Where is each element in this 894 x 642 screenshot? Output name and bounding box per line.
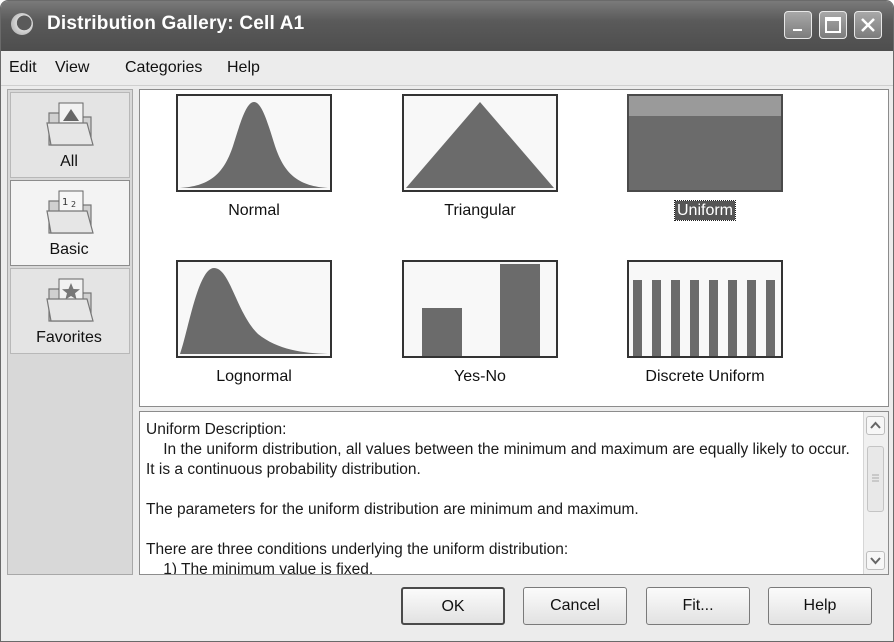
menu-bar: Edit View Categories Help bbox=[1, 51, 893, 86]
distribution-uniform[interactable] bbox=[627, 94, 783, 192]
triangle-icon bbox=[406, 102, 554, 188]
distribution-gallery: Normal Triangular Uniform Lognormal Yes-… bbox=[139, 89, 889, 407]
distribution-label-discrete-uniform: Discrete Uniform bbox=[645, 368, 765, 385]
normal-curve-icon bbox=[180, 102, 328, 188]
distribution-gallery-window: Distribution Gallery: Cell A1 Edit View … bbox=[0, 0, 894, 642]
close-icon bbox=[861, 18, 875, 32]
close-button[interactable] bbox=[854, 11, 882, 39]
category-tab-favorites[interactable]: Favorites bbox=[10, 268, 130, 354]
maximize-button[interactable] bbox=[819, 11, 847, 39]
distribution-label-yes-no: Yes-No bbox=[454, 368, 506, 385]
category-sidebar: All 1 2 Basic Favorites bbox=[7, 89, 133, 575]
menu-categories[interactable]: Categories bbox=[125, 59, 202, 77]
distribution-discrete-uniform[interactable] bbox=[627, 260, 783, 358]
distribution-triangular[interactable] bbox=[402, 94, 558, 192]
title-bar[interactable]: Distribution Gallery: Cell A1 bbox=[1, 1, 893, 51]
description-text: Uniform Description: In the uniform dist… bbox=[146, 420, 860, 575]
folder-all-icon bbox=[46, 102, 94, 146]
menu-edit[interactable]: Edit bbox=[9, 59, 37, 77]
description-heading: Uniform Description: bbox=[146, 421, 287, 438]
minimize-icon bbox=[793, 29, 802, 31]
distribution-label-normal: Normal bbox=[228, 202, 280, 219]
ok-button[interactable]: OK bbox=[401, 587, 505, 625]
svg-text:1: 1 bbox=[62, 197, 68, 208]
selected-label: Uniform bbox=[673, 200, 737, 221]
distribution-lognormal[interactable] bbox=[176, 260, 332, 358]
category-label-all: All bbox=[60, 153, 78, 170]
distribution-label-triangular: Triangular bbox=[444, 202, 516, 219]
category-tab-all[interactable]: All bbox=[10, 92, 130, 178]
help-button[interactable]: Help bbox=[768, 587, 872, 625]
menu-view[interactable]: View bbox=[55, 59, 89, 77]
lognormal-curve-icon bbox=[180, 268, 328, 354]
folder-basic-icon: 1 2 bbox=[46, 190, 94, 234]
app-icon bbox=[11, 13, 33, 35]
svg-text:2: 2 bbox=[71, 200, 76, 209]
minimize-button[interactable] bbox=[784, 11, 812, 39]
window-title: Distribution Gallery: Cell A1 bbox=[47, 13, 305, 34]
maximize-icon bbox=[825, 17, 841, 33]
category-tab-basic[interactable]: 1 2 Basic bbox=[10, 180, 130, 266]
description-panel[interactable]: Uniform Description: In the uniform dist… bbox=[139, 411, 889, 575]
grip-icon bbox=[872, 474, 879, 482]
chevron-down-icon bbox=[870, 557, 881, 565]
scroll-up-button[interactable] bbox=[866, 416, 885, 435]
category-label-basic: Basic bbox=[49, 241, 89, 258]
folder-favorites-icon bbox=[46, 278, 94, 322]
discrete-bars-icon bbox=[633, 280, 775, 356]
menu-help[interactable]: Help bbox=[227, 59, 260, 77]
fit-button[interactable]: Fit... bbox=[646, 587, 750, 625]
cancel-button[interactable]: Cancel bbox=[523, 587, 627, 625]
description-scrollbar[interactable] bbox=[863, 412, 888, 574]
yes-no-bars-icon bbox=[422, 264, 540, 356]
category-label-favorites: Favorites bbox=[36, 329, 102, 346]
chevron-up-icon bbox=[870, 421, 881, 429]
scroll-thumb[interactable] bbox=[867, 446, 884, 512]
distribution-normal[interactable] bbox=[176, 94, 332, 192]
distribution-label-uniform: Uniform bbox=[605, 200, 805, 221]
scroll-down-button[interactable] bbox=[866, 551, 885, 570]
distribution-yes-no[interactable] bbox=[402, 260, 558, 358]
description-body: In the uniform distribution, all values … bbox=[146, 441, 850, 575]
distribution-label-lognormal: Lognormal bbox=[216, 368, 292, 385]
uniform-block-icon bbox=[629, 96, 781, 190]
